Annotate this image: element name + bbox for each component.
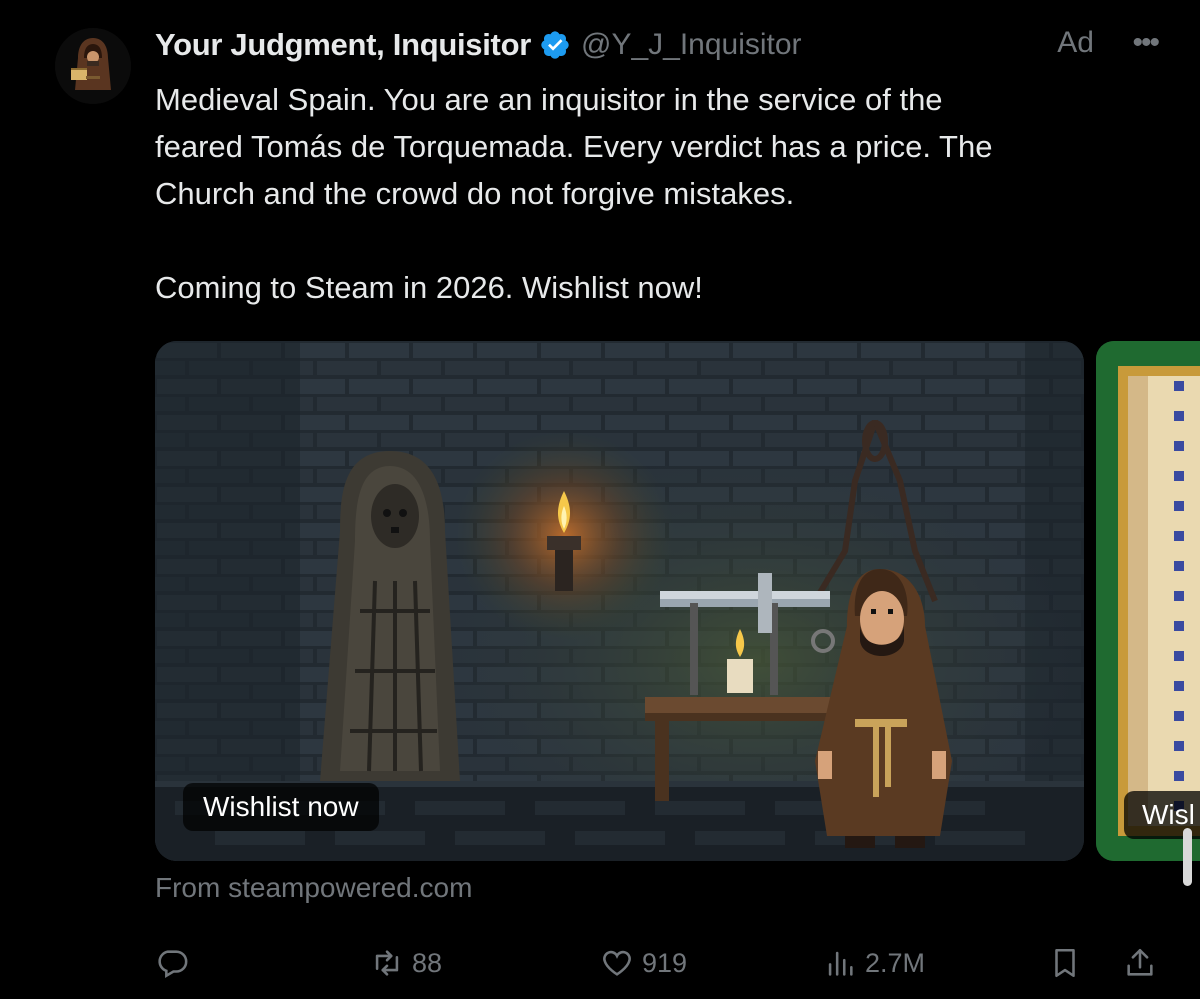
like-button[interactable]: 919 — [600, 938, 687, 988]
more-options-icon[interactable]: ••• — [1132, 26, 1159, 60]
tweet-text: Medieval Spain. You are an inquisitor in… — [155, 82, 993, 305]
wishlist-now-button[interactable]: Wishlist now — [183, 783, 379, 831]
account-handle[interactable]: @Y_J_Inquisitor — [581, 28, 802, 62]
reply-button[interactable] — [155, 938, 197, 988]
monk-avatar-icon — [55, 28, 131, 104]
media-card-1[interactable]: Wishlist now — [155, 341, 1084, 861]
retweet-button[interactable]: 88 — [370, 938, 442, 988]
share-button[interactable] — [1123, 938, 1157, 988]
views-button[interactable]: 2.7M — [823, 938, 925, 988]
like-count: 919 — [642, 947, 688, 978]
share-icon — [1127, 948, 1153, 976]
ad-label: Ad — [1057, 26, 1094, 59]
horizontal-scrollbar[interactable] — [1183, 828, 1192, 886]
display-name[interactable]: Your Judgment, Inquisitor — [155, 27, 531, 63]
bookmark-button[interactable] — [1048, 938, 1082, 988]
media-card-2[interactable]: Wisl — [1096, 341, 1200, 861]
reply-icon — [158, 950, 188, 979]
post-header: Your Judgment, Inquisitor @Y_J_Inquisito… — [155, 22, 1160, 68]
retweet-count: 88 — [412, 947, 443, 978]
action-bar: 88 919 2.7M — [155, 938, 1165, 988]
retweet-icon — [375, 950, 399, 976]
verified-badge-icon — [539, 29, 571, 61]
bookmark-icon — [1055, 948, 1075, 978]
views-chart-icon — [828, 951, 853, 976]
source-link[interactable]: From steampowered.com — [155, 872, 472, 904]
view-count: 2.7M — [865, 947, 926, 978]
avatar[interactable] — [55, 28, 131, 104]
heart-icon — [603, 950, 631, 976]
book-artwork — [1096, 341, 1200, 861]
